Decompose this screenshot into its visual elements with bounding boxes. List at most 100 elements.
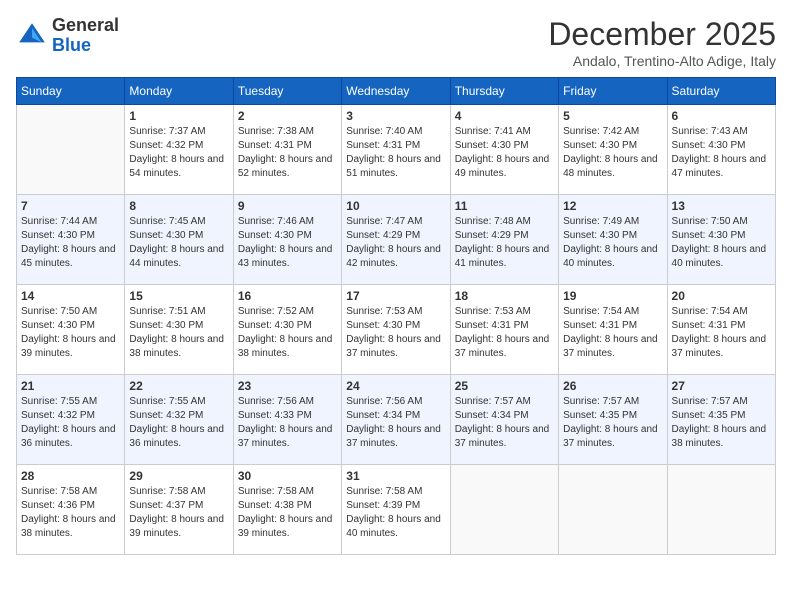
weekday-header: Thursday <box>450 78 558 105</box>
calendar-cell: 4Sunrise: 7:41 AMSunset: 4:30 PMDaylight… <box>450 105 558 195</box>
sunrise-text: Sunrise: 7:58 AM <box>238 485 337 499</box>
daylight-text: Daylight: 8 hours and 45 minutes. <box>21 243 120 271</box>
sunset-text: Sunset: 4:29 PM <box>455 229 554 243</box>
day-number: 2 <box>238 109 337 123</box>
calendar-cell: 9Sunrise: 7:46 AMSunset: 4:30 PMDaylight… <box>233 195 341 285</box>
day-info: Sunrise: 7:52 AMSunset: 4:30 PMDaylight:… <box>238 305 337 361</box>
day-number: 25 <box>455 379 554 393</box>
day-number: 31 <box>346 469 445 483</box>
sunrise-text: Sunrise: 7:41 AM <box>455 125 554 139</box>
day-info: Sunrise: 7:55 AMSunset: 4:32 PMDaylight:… <box>21 395 120 451</box>
logo: General Blue <box>16 16 119 56</box>
calendar-cell: 13 Sunrise: 7:50 AMSunset: 4:30 PMDayligh… <box>667 195 775 285</box>
day-number: 16 <box>238 289 337 303</box>
calendar-cell: 17Sunrise: 7:53 AMSunset: 4:30 PMDayligh… <box>342 285 450 375</box>
daylight-text: Daylight: 8 hours and 38 minutes. <box>672 423 771 451</box>
sunset-text: Sunset: 4:33 PM <box>238 409 337 423</box>
day-number: 13 <box>672 199 771 213</box>
day-info: Sunrise: 7:40 AMSunset: 4:31 PMDaylight:… <box>346 125 445 181</box>
sunrise-text: Sunrise: 7:58 AM <box>346 485 445 499</box>
day-number: 6 <box>672 109 771 123</box>
day-info: Sunrise: 7:44 AMSunset: 4:30 PMDaylight:… <box>21 215 120 271</box>
calendar-cell: 27Sunrise: 7:57 AMSunset: 4:35 PMDayligh… <box>667 375 775 465</box>
daylight-text: Daylight: 8 hours and 37 minutes. <box>455 423 554 451</box>
sunset-text: Sunset: 4:31 PM <box>455 319 554 333</box>
calendar-cell: 15 Sunrise: 7:51 AMSunset: 4:30 PMDayligh… <box>125 285 233 375</box>
calendar-header-row: SundayMondayTuesdayWednesdayThursdayFrid… <box>17 78 776 105</box>
sunset-text: Sunset: 4:31 PM <box>346 139 445 153</box>
logo-general-text: General <box>52 15 119 35</box>
sunset-text: Sunset: 4:30 PM <box>563 229 662 243</box>
daylight-text: Daylight: 8 hours and 38 minutes. <box>21 513 120 541</box>
day-info: Sunrise: 7:46 AMSunset: 4:30 PMDaylight:… <box>238 215 337 271</box>
sunset-text: Sunset: 4:31 PM <box>672 319 771 333</box>
sunset-text: Sunset: 4:36 PM <box>21 499 120 513</box>
day-number: 15 <box>129 289 228 303</box>
daylight-text: Daylight: 8 hours and 40 minutes. <box>563 243 662 271</box>
day-info: Sunrise: 7:54 AMSunset: 4:31 PMDaylight:… <box>563 305 662 361</box>
calendar-cell <box>667 465 775 555</box>
daylight-text: Daylight: 8 hours and 49 minutes. <box>455 153 554 181</box>
daylight-text: Daylight: 8 hours and 39 minutes. <box>238 513 337 541</box>
calendar-cell: 28Sunrise: 7:58 AMSunset: 4:36 PMDayligh… <box>17 465 125 555</box>
sunrise-text: Sunrise: 7:52 AM <box>238 305 337 319</box>
calendar-cell: 7 Sunrise: 7:44 AMSunset: 4:30 PMDaylight… <box>17 195 125 285</box>
day-info: Sunrise: 7:53 AMSunset: 4:30 PMDaylight:… <box>346 305 445 361</box>
day-info: Sunrise: 7:58 AMSunset: 4:36 PMDaylight:… <box>21 485 120 541</box>
sunrise-text: Sunrise: 7:40 AM <box>346 125 445 139</box>
calendar-cell: 8Sunrise: 7:45 AMSunset: 4:30 PMDaylight… <box>125 195 233 285</box>
day-number: 22 <box>129 379 228 393</box>
calendar-cell: 11Sunrise: 7:48 AMSunset: 4:29 PMDayligh… <box>450 195 558 285</box>
sunset-text: Sunset: 4:34 PM <box>346 409 445 423</box>
page-header: General Blue December 2025 Andalo, Trent… <box>16 16 776 69</box>
sunset-text: Sunset: 4:29 PM <box>346 229 445 243</box>
day-number: 7 <box>21 199 120 213</box>
sunrise-text: Sunrise: 7:50 AM <box>21 305 120 319</box>
sunset-text: Sunset: 4:38 PM <box>238 499 337 513</box>
day-info: Sunrise: 7:50 AMSunset: 4:30 PMDaylight:… <box>672 215 771 271</box>
sunrise-text: Sunrise: 7:57 AM <box>455 395 554 409</box>
weekday-header: Wednesday <box>342 78 450 105</box>
day-number: 26 <box>563 379 662 393</box>
sunrise-text: Sunrise: 7:57 AM <box>672 395 771 409</box>
day-info: Sunrise: 7:58 AMSunset: 4:38 PMDaylight:… <box>238 485 337 541</box>
sunrise-text: Sunrise: 7:44 AM <box>21 215 120 229</box>
daylight-text: Daylight: 8 hours and 47 minutes. <box>672 153 771 181</box>
day-info: Sunrise: 7:43 AMSunset: 4:30 PMDaylight:… <box>672 125 771 181</box>
daylight-text: Daylight: 8 hours and 37 minutes. <box>346 333 445 361</box>
day-number: 24 <box>346 379 445 393</box>
daylight-text: Daylight: 8 hours and 37 minutes. <box>563 423 662 451</box>
day-number: 27 <box>672 379 771 393</box>
day-number: 23 <box>238 379 337 393</box>
sunrise-text: Sunrise: 7:49 AM <box>563 215 662 229</box>
sunset-text: Sunset: 4:30 PM <box>238 229 337 243</box>
daylight-text: Daylight: 8 hours and 43 minutes. <box>238 243 337 271</box>
day-number: 5 <box>563 109 662 123</box>
daylight-text: Daylight: 8 hours and 37 minutes. <box>238 423 337 451</box>
day-number: 29 <box>129 469 228 483</box>
daylight-text: Daylight: 8 hours and 52 minutes. <box>238 153 337 181</box>
day-number: 8 <box>129 199 228 213</box>
calendar-cell: 10Sunrise: 7:47 AMSunset: 4:29 PMDayligh… <box>342 195 450 285</box>
logo-icon <box>16 20 48 52</box>
daylight-text: Daylight: 8 hours and 37 minutes. <box>563 333 662 361</box>
calendar-cell: 29 Sunrise: 7:58 AMSunset: 4:37 PMDayligh… <box>125 465 233 555</box>
day-info: Sunrise: 7:51 AMSunset: 4:30 PMDaylight:… <box>129 305 228 361</box>
sunset-text: Sunset: 4:30 PM <box>455 139 554 153</box>
calendar-cell: 21Sunrise: 7:55 AMSunset: 4:32 PMDayligh… <box>17 375 125 465</box>
sunrise-text: Sunrise: 7:56 AM <box>346 395 445 409</box>
sunrise-text: Sunrise: 7:56 AM <box>238 395 337 409</box>
calendar-cell: 31Sunrise: 7:58 AMSunset: 4:39 PMDayligh… <box>342 465 450 555</box>
daylight-text: Daylight: 8 hours and 42 minutes. <box>346 243 445 271</box>
location: Andalo, Trentino-Alto Adige, Italy <box>548 53 776 69</box>
sunrise-text: Sunrise: 7:43 AM <box>672 125 771 139</box>
sunrise-text: Sunrise: 7:55 AM <box>129 395 228 409</box>
calendar-cell: 24Sunrise: 7:56 AMSunset: 4:34 PMDayligh… <box>342 375 450 465</box>
sunrise-text: Sunrise: 7:51 AM <box>129 305 228 319</box>
calendar: SundayMondayTuesdayWednesdayThursdayFrid… <box>16 77 776 555</box>
day-info: Sunrise: 7:58 AMSunset: 4:37 PMDaylight:… <box>129 485 228 541</box>
day-info: Sunrise: 7:38 AMSunset: 4:31 PMDaylight:… <box>238 125 337 181</box>
sunset-text: Sunset: 4:35 PM <box>563 409 662 423</box>
sunrise-text: Sunrise: 7:45 AM <box>129 215 228 229</box>
day-number: 12 <box>563 199 662 213</box>
